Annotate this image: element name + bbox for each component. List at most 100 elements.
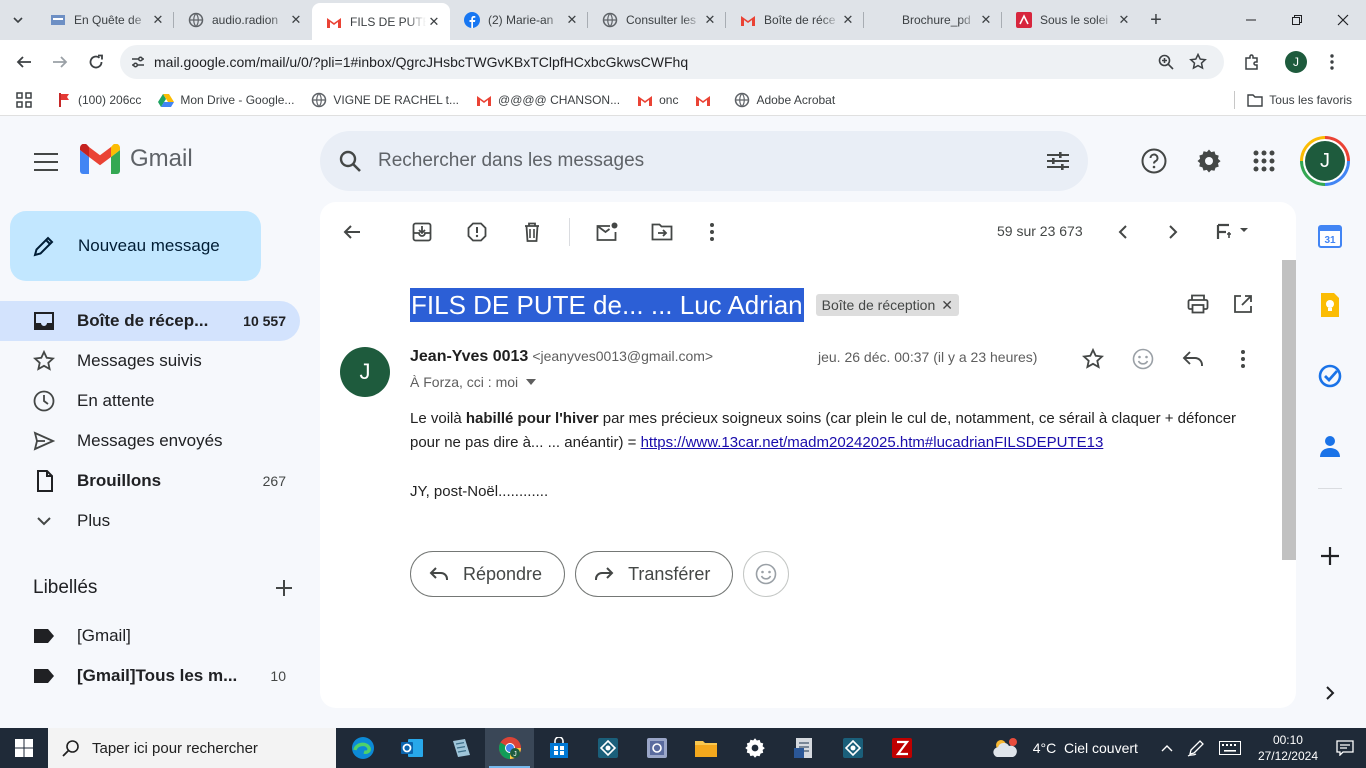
caret-down-icon[interactable] [526,379,537,385]
chevron-up-icon[interactable] [1161,744,1173,752]
bookmark-item[interactable]: Adobe Acrobat [734,92,835,108]
browser-tab-active[interactable]: FILS DE PUTE ✕ [312,3,450,40]
edge-icon[interactable] [338,728,387,768]
back-arrow-icon[interactable] [6,44,42,80]
tab-search-button[interactable] [0,0,36,40]
settings-gear-icon[interactable] [1189,141,1229,181]
settings-app-icon[interactable] [730,728,779,768]
browser-tab[interactable]: En Quête de ✕ [36,3,174,37]
keyboard-icon[interactable] [1218,741,1241,755]
taskbar-search[interactable]: Taper ici pour rechercher [48,728,336,768]
sender-email[interactable]: <jeanyves0013@gmail.com> [532,348,713,364]
newer-chevron-left-icon[interactable] [1103,212,1143,252]
keep-icon[interactable] [1316,291,1344,319]
bookmark-item[interactable]: onc [637,92,678,108]
close-icon[interactable]: ✕ [1116,12,1132,28]
reply-icon[interactable] [1173,339,1213,379]
add-addon-icon[interactable] [1316,542,1344,570]
bookmark-item[interactable]: VIGNE DE RACHEL t... [311,92,459,108]
browser-menu-icon[interactable] [1314,44,1350,80]
close-icon[interactable]: ✕ [702,12,718,28]
close-icon[interactable]: ✕ [288,12,304,28]
extensions-icon[interactable] [1234,44,1270,80]
browser-tab[interactable]: Brochure_pd ✕ [864,3,1002,37]
bookmark-item[interactable]: @@@@ CHANSON... [476,92,620,108]
bookmark-star-icon[interactable] [1182,47,1214,77]
browser-tab[interactable]: Boîte de réce ✕ [726,3,864,37]
search-icon[interactable] [338,149,362,173]
sender-name[interactable]: Jean-Yves 0013 [410,348,528,366]
contacts-icon[interactable] [1316,432,1344,460]
star-message-icon[interactable] [1073,339,1113,379]
url-text[interactable]: mail.google.com/mail/u/0/?pli=1#inbox/Qg… [154,54,1150,70]
all-bookmarks[interactable]: Tous les favoris [1234,90,1352,109]
outlook-icon[interactable] [387,728,436,768]
close-window-icon[interactable] [1320,0,1366,40]
reply-button[interactable]: Répondre [410,551,566,597]
file-explorer-icon[interactable] [681,728,730,768]
nav-item-sent[interactable]: Messages envoyés [0,421,300,461]
archive-icon[interactable] [402,212,442,252]
minimize-icon[interactable] [1228,0,1274,40]
mark-unread-icon[interactable] [587,212,627,252]
close-icon[interactable]: ✕ [426,14,442,30]
back-to-inbox-icon[interactable] [332,212,372,252]
store-icon[interactable] [534,728,583,768]
search-placeholder[interactable]: Rechercher dans les messages [378,150,1046,172]
label-item[interactable]: [Gmail]Tous les m... 10 [0,656,300,696]
browser-tab[interactable]: Sous le solei ✕ [1002,3,1140,37]
nav-item-more[interactable]: Plus [0,501,300,541]
pen-icon[interactable] [1187,739,1205,757]
label-item[interactable]: [Gmail] [0,616,300,656]
gmail-logo[interactable]: Gmail [80,144,193,174]
body-link[interactable]: https://www.13car.net/madm20242025.htm#l… [641,434,1104,451]
move-to-icon[interactable] [642,212,682,252]
recipients-line[interactable]: À Forza, cci : moi [410,374,537,390]
zoom-icon[interactable] [1150,47,1182,77]
add-reaction-icon[interactable] [1123,339,1163,379]
forward-button[interactable]: Transférer [575,551,734,597]
nav-item-starred[interactable]: Messages suivis [0,341,300,381]
filezilla-icon[interactable] [877,728,926,768]
older-chevron-right-icon[interactable] [1153,212,1193,252]
app-diamond-icon[interactable] [583,728,632,768]
weather-cloud-icon[interactable] [991,737,1019,759]
site-settings-icon[interactable] [130,54,146,70]
browser-tab[interactable]: audio.radion ✕ [174,3,312,37]
close-icon[interactable]: ✕ [564,12,580,28]
remove-label-icon[interactable]: ✕ [941,297,953,314]
weather-text[interactable]: 4°C Ciel couvert [1033,740,1138,756]
account-avatar[interactable]: J [1300,136,1350,186]
app-document-icon[interactable] [779,728,828,768]
bookmark-item[interactable]: (100) 206cc [56,92,141,108]
emoji-reaction-button[interactable] [743,551,790,597]
input-tools-icon[interactable] [1208,212,1258,252]
close-icon[interactable]: ✕ [840,12,856,28]
app-diamond-icon[interactable] [828,728,877,768]
main-menu-icon[interactable] [24,140,68,184]
print-icon[interactable] [1178,284,1218,324]
search-options-icon[interactable] [1046,150,1070,172]
nav-item-snoozed[interactable]: En attente [0,381,300,421]
more-vertical-icon[interactable] [692,212,732,252]
nav-item-inbox[interactable]: Boîte de récep... 10 557 [0,301,300,341]
open-in-new-window-icon[interactable] [1223,284,1263,324]
notepad-app-icon[interactable] [436,728,485,768]
inbox-label-chip[interactable]: Boîte de réception ✕ [815,294,959,316]
close-icon[interactable]: ✕ [150,12,166,28]
notifications-icon[interactable] [1336,740,1354,756]
subject-text[interactable]: FILS DE PUTE de... ... Luc Adrian [410,288,804,322]
windows-start-icon[interactable] [0,728,48,768]
bookmark-item[interactable] [695,92,717,108]
report-spam-icon[interactable] [457,212,497,252]
nav-item-drafts[interactable]: Brouillons 267 [0,461,300,501]
new-tab-button[interactable]: + [1140,3,1172,37]
add-label-icon[interactable] [275,579,293,597]
close-icon[interactable]: ✕ [978,12,994,28]
compose-button[interactable]: Nouveau message [10,211,261,281]
app-photo-icon[interactable] [632,728,681,768]
delete-trash-icon[interactable] [512,212,552,252]
forward-arrow-icon[interactable] [42,44,78,80]
tasks-icon[interactable] [1316,362,1344,390]
help-icon[interactable] [1134,141,1174,181]
